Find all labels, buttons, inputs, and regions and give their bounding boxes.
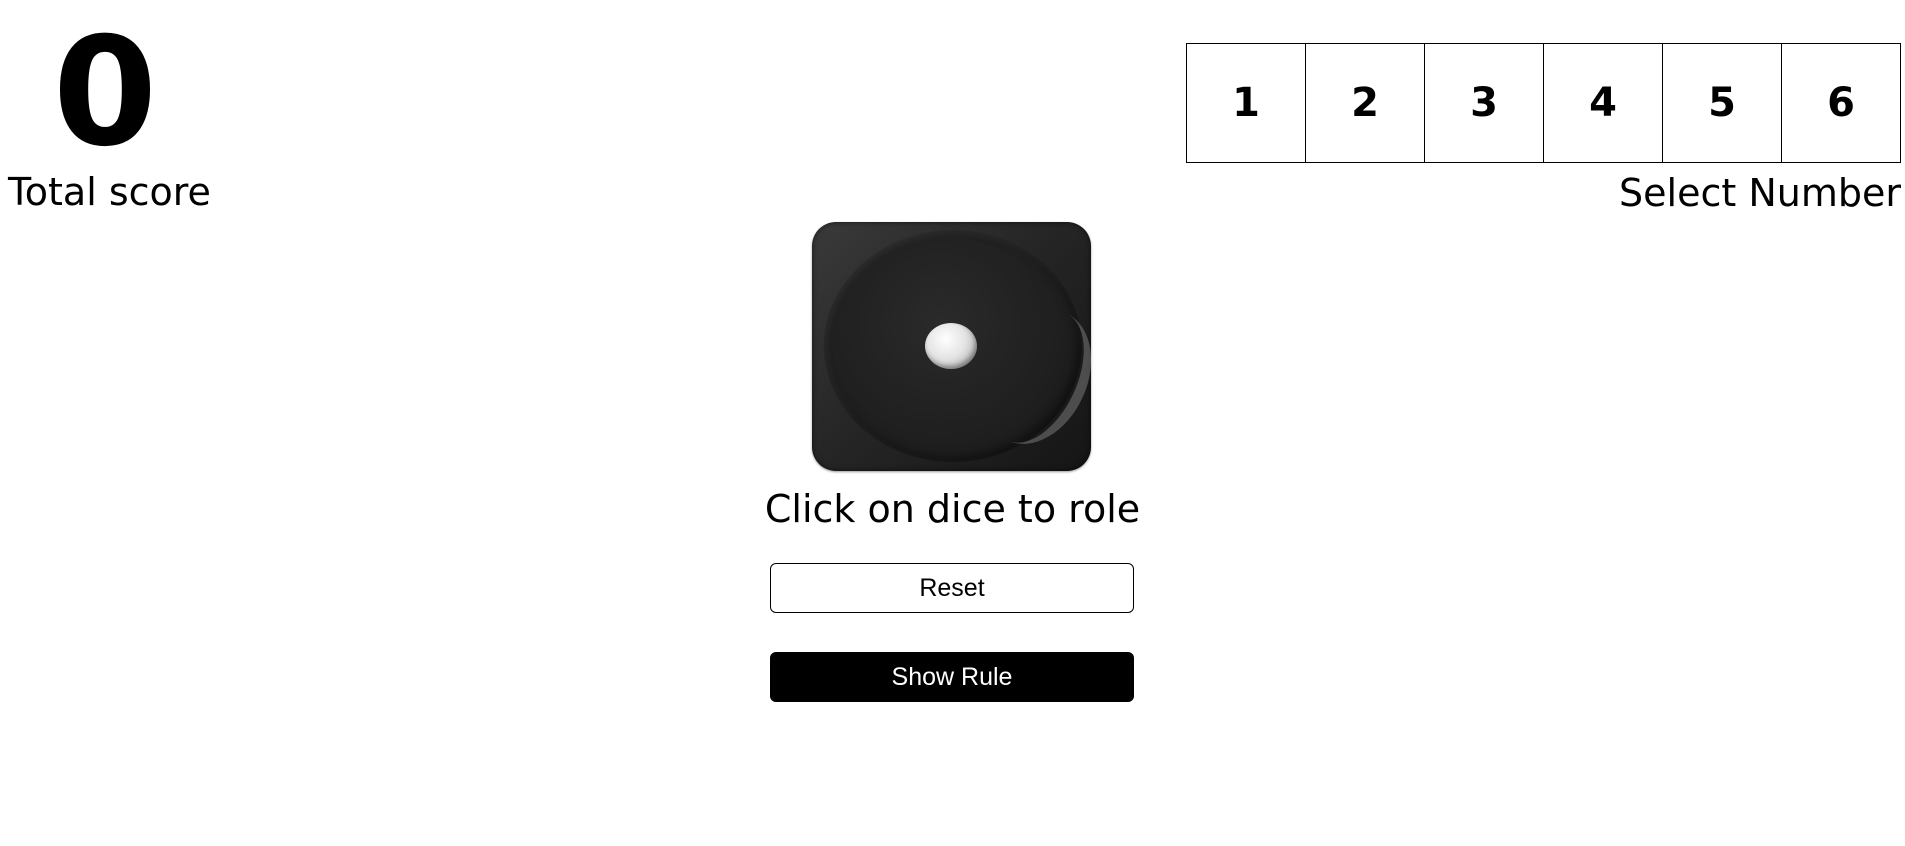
number-option-4[interactable]: 4	[1543, 43, 1663, 163]
select-number-label: Select Number	[1619, 171, 1901, 215]
reset-button[interactable]: Reset	[770, 563, 1134, 613]
total-score-label: Total score	[8, 170, 211, 214]
dice-hint: Click on dice to role	[764, 487, 1141, 531]
number-option-5[interactable]: 5	[1662, 43, 1782, 163]
show-rule-button[interactable]: Show Rule	[770, 652, 1134, 702]
number-option-3[interactable]: 3	[1424, 43, 1544, 163]
dice-pip-icon	[925, 323, 977, 369]
number-selector: 1 2 3 4 5 6	[1186, 43, 1901, 163]
number-option-1[interactable]: 1	[1186, 43, 1306, 163]
dice-button[interactable]	[812, 222, 1091, 471]
total-score-block: 0 Total score	[8, 6, 211, 214]
dice-game-page: 0 Total score 1 2 3 4 5 6 Select Number …	[0, 0, 1905, 846]
number-option-6[interactable]: 6	[1781, 43, 1901, 163]
total-score-value: 0	[52, 6, 157, 180]
number-option-2[interactable]: 2	[1305, 43, 1425, 163]
